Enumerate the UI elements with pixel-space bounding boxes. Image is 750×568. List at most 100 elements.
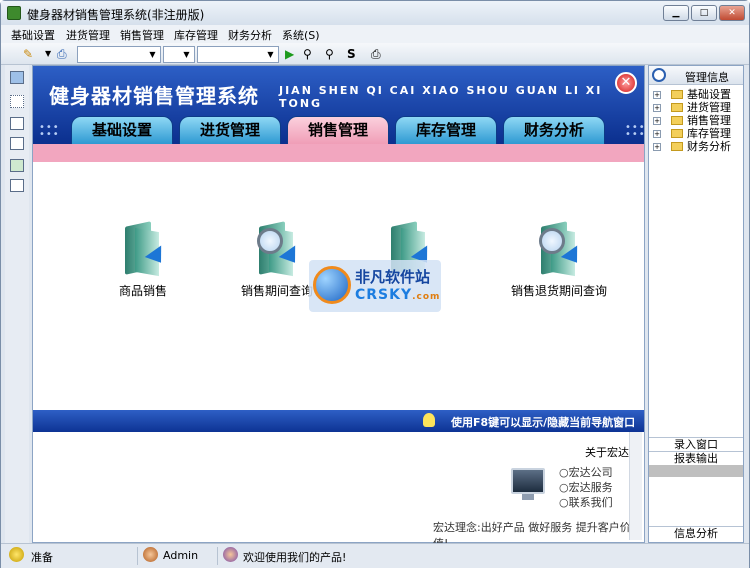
combo-arrow-icon: ▼ bbox=[149, 50, 156, 59]
right-panel-title: 管理信息 bbox=[685, 71, 729, 84]
folder-icon bbox=[671, 142, 683, 151]
maximize-button[interactable]: □ bbox=[691, 5, 717, 21]
expand-icon[interactable]: + bbox=[653, 117, 661, 125]
preview-icon[interactable]: ⎙ bbox=[57, 46, 67, 62]
menu-bar: 基础设置 进货管理 销售管理 库存管理 财务分析 系统(S) bbox=[1, 25, 749, 43]
menu-system[interactable]: 系统(S) bbox=[282, 27, 320, 43]
user-icon bbox=[143, 547, 158, 562]
expand-icon[interactable]: + bbox=[653, 91, 661, 99]
menu-inventory[interactable]: 库存管理 bbox=[174, 27, 218, 43]
expand-icon[interactable]: + bbox=[653, 104, 661, 112]
tab-sales[interactable]: 销售管理 bbox=[287, 116, 389, 146]
about-heading: 关于宏达 bbox=[585, 446, 629, 459]
info-panel: 关于宏达 ○宏达公司 ○宏达服务 ○联系我们 宏达理念:出好产品 做好服务 提升… bbox=[33, 432, 644, 550]
status-bar: 准备 Admin 欢迎使用我们的产品! bbox=[1, 543, 749, 568]
refresh-icon[interactable]: S bbox=[347, 46, 356, 62]
combo-arrow-icon: ▼ bbox=[183, 50, 190, 59]
system-pinyin: JIAN SHEN QI CAI XIAO SHOU GUAN LI XI TO… bbox=[279, 84, 603, 110]
menu-basic-settings[interactable]: 基础设置 bbox=[11, 27, 55, 43]
folder-icon bbox=[671, 103, 683, 112]
close-button[interactable]: ✕ bbox=[719, 5, 745, 21]
app-icon bbox=[7, 6, 21, 20]
lightbulb-icon bbox=[423, 413, 435, 427]
monitor-icon bbox=[511, 468, 545, 494]
folder-arrow-icon bbox=[121, 220, 170, 277]
dots-icon: ••• ••• bbox=[39, 122, 60, 140]
pencil-icon[interactable]: ✎ bbox=[23, 46, 33, 62]
chart-icon[interactable] bbox=[10, 159, 24, 172]
monitor-stand bbox=[522, 494, 534, 500]
right-panel: 管理信息 + 基础设置 + 进货管理 + 销售管理 + 库存管理 + 财务分析 录入窗口 … bbox=[648, 65, 744, 543]
tab-inventory[interactable]: 库存管理 bbox=[395, 116, 497, 144]
combo-arrow-icon: ▼ bbox=[267, 50, 274, 59]
watermark-logo-icon bbox=[313, 266, 351, 304]
status-ready: 准备 bbox=[31, 551, 53, 564]
tree-item-purchase[interactable]: + 进货管理 bbox=[653, 101, 741, 114]
main-panel: 健身器材销售管理系统 JIAN SHEN QI CAI XIAO SHOU GU… bbox=[32, 65, 646, 550]
window-icon[interactable] bbox=[10, 71, 24, 84]
dots-icon: ••• ••• bbox=[625, 122, 646, 140]
function-label: 销售退货期间查询 bbox=[510, 284, 607, 298]
folder-search-icon bbox=[537, 220, 586, 277]
users-icon bbox=[223, 547, 238, 562]
title-bar: 健身器材销售管理系统(非注册版) ▁ □ ✕ bbox=[1, 1, 749, 25]
toolbar-combo-3[interactable]: ▼ bbox=[197, 46, 279, 63]
folder-search-icon bbox=[255, 220, 304, 277]
link-service[interactable]: ○宏达服务 bbox=[559, 479, 613, 495]
menu-purchase[interactable]: 进货管理 bbox=[66, 27, 110, 43]
archive-icon[interactable] bbox=[10, 179, 24, 192]
report-output-button[interactable]: 报表输出 bbox=[649, 451, 743, 465]
watermark: 非凡软件站 CRSKY.com bbox=[309, 260, 441, 312]
toolbar-combo-2[interactable]: ▼ bbox=[163, 46, 195, 63]
entry-window-button[interactable]: 录入窗口 bbox=[649, 437, 743, 451]
toolbar: ✎ ▼ ⎙ ▼ ▼ ▼ ▶ ⚲ ⚲ S ⎙ bbox=[1, 43, 749, 65]
system-title: 健身器材销售管理系统 bbox=[49, 84, 259, 108]
hint-text: 使用F8键可以显示/隐藏当前导航窗口 bbox=[451, 416, 636, 429]
watermark-en: CRSKY.com bbox=[355, 287, 441, 303]
tab-purchase[interactable]: 进货管理 bbox=[179, 116, 281, 144]
folder-icon bbox=[671, 90, 683, 99]
document-icon[interactable] bbox=[10, 137, 24, 150]
link-contact[interactable]: ○联系我们 bbox=[559, 494, 613, 510]
tab-basic-settings[interactable]: 基础设置 bbox=[71, 116, 173, 144]
app-window: 健身器材销售管理系统(非注册版) ▁ □ ✕ 基础设置 进货管理 销售管理 库存… bbox=[0, 0, 750, 568]
bulb-icon bbox=[9, 547, 24, 562]
folder-icon bbox=[671, 129, 683, 138]
search-user-icon[interactable]: ⚲ bbox=[303, 46, 312, 62]
run-icon[interactable]: ▶ bbox=[285, 46, 294, 62]
function-sales[interactable]: 商品销售 bbox=[83, 220, 203, 299]
link-company[interactable]: ○宏达公司 bbox=[559, 464, 613, 480]
minimize-button[interactable]: ▁ bbox=[663, 5, 689, 21]
tab-finance[interactable]: 财务分析 bbox=[503, 116, 605, 144]
tree-item-finance[interactable]: + 财务分析 bbox=[653, 140, 741, 153]
status-divider bbox=[137, 547, 138, 565]
function-label: 商品销售 bbox=[118, 284, 167, 298]
tree-item-sales[interactable]: + 销售管理 bbox=[653, 114, 741, 127]
nav-tree: + 基础设置 + 进货管理 + 销售管理 + 库存管理 + 财务分析 bbox=[653, 88, 741, 153]
tree-item-basic[interactable]: + 基础设置 bbox=[653, 88, 741, 101]
hint-bar: 使用F8键可以显示/隐藏当前导航窗口 bbox=[33, 410, 644, 432]
status-user: Admin bbox=[163, 549, 199, 562]
menu-finance[interactable]: 财务分析 bbox=[228, 27, 272, 43]
left-toolbar bbox=[5, 65, 29, 543]
toolbar-combo-1[interactable]: ▼ bbox=[77, 46, 161, 63]
network-icon[interactable] bbox=[10, 95, 24, 108]
tab-underbar bbox=[33, 144, 644, 162]
expand-icon[interactable]: + bbox=[653, 130, 661, 138]
function-return-query[interactable]: 销售退货期间查询 bbox=[489, 220, 629, 299]
menu-sales[interactable]: 销售管理 bbox=[120, 27, 164, 43]
status-divider bbox=[217, 547, 218, 565]
window-title: 健身器材销售管理系统(非注册版) bbox=[27, 8, 205, 22]
expand-icon[interactable]: + bbox=[653, 143, 661, 151]
info-scrollbar[interactable] bbox=[629, 432, 642, 540]
info-analysis-button[interactable]: 信息分析 bbox=[649, 526, 743, 540]
book-icon[interactable] bbox=[10, 117, 24, 130]
watermark-cn: 非凡软件站 bbox=[355, 268, 431, 286]
close-icon[interactable]: ✕ bbox=[615, 72, 637, 94]
banner: 健身器材销售管理系统 JIAN SHEN QI CAI XIAO SHOU GU… bbox=[33, 66, 646, 146]
dropdown-arrow-icon[interactable]: ▼ bbox=[45, 46, 51, 62]
search-icon[interactable]: ⚲ bbox=[325, 46, 334, 62]
tree-item-inventory[interactable]: + 库存管理 bbox=[653, 127, 741, 140]
right-panel-header: 管理信息 bbox=[649, 66, 743, 85]
print-icon[interactable]: ⎙ bbox=[371, 46, 381, 62]
